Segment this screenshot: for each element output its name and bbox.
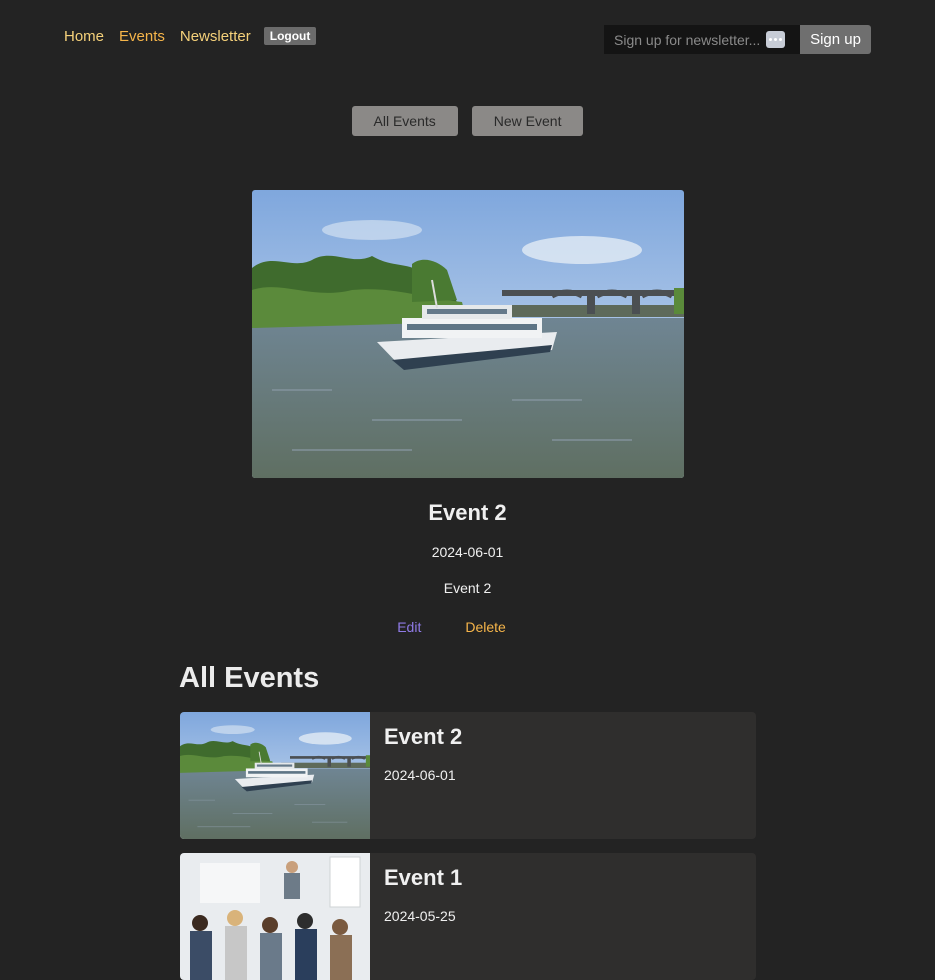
conference-audience-photo (180, 853, 370, 980)
featured-event-title: Event 2 (428, 500, 507, 525)
river-boat-photo (180, 712, 370, 839)
event-card[interactable]: Event 2 2024-06-01 (180, 712, 756, 839)
event-card-image (180, 712, 370, 839)
event-card-date: 2024-05-25 (384, 908, 456, 924)
featured-event-description: Event 2 (443, 580, 492, 596)
edit-event-link[interactable]: Edit (397, 619, 421, 635)
nav-link-events[interactable]: Events (119, 28, 165, 45)
river-boat-photo (252, 190, 684, 478)
newsletter-signup-button[interactable]: Sign up (800, 25, 871, 54)
new-event-button[interactable]: New Event (471, 106, 584, 136)
event-card-image (180, 853, 370, 980)
newsletter-field-wrapper (604, 25, 800, 54)
password-manager-icon[interactable] (766, 31, 785, 48)
event-card-title: Event 1 (384, 865, 463, 890)
main-nav: Home Events Newsletter Logout (64, 27, 317, 45)
event-actions: All Events New Event (0, 106, 935, 136)
all-events-button[interactable]: All Events (351, 106, 458, 136)
all-events-heading: All Events (179, 662, 320, 694)
nav-link-home[interactable]: Home (64, 28, 104, 45)
event-card-body: Event 2 2024-06-01 (370, 712, 476, 839)
featured-event-date: 2024-06-01 (431, 544, 504, 560)
event-card-date: 2024-06-01 (384, 767, 456, 783)
event-card-title: Event 2 (384, 724, 463, 749)
logout-button[interactable]: Logout (263, 27, 317, 45)
newsletter-signup-form: Sign up (604, 25, 871, 54)
event-card-body: Event 1 2024-05-25 (370, 853, 476, 980)
delete-event-link[interactable]: Delete (465, 619, 505, 635)
featured-event-links: Edit Delete (0, 619, 935, 635)
nav-link-newsletter[interactable]: Newsletter (180, 28, 251, 45)
event-card[interactable]: Event 1 2024-05-25 (180, 853, 756, 980)
featured-event-image (252, 190, 684, 478)
